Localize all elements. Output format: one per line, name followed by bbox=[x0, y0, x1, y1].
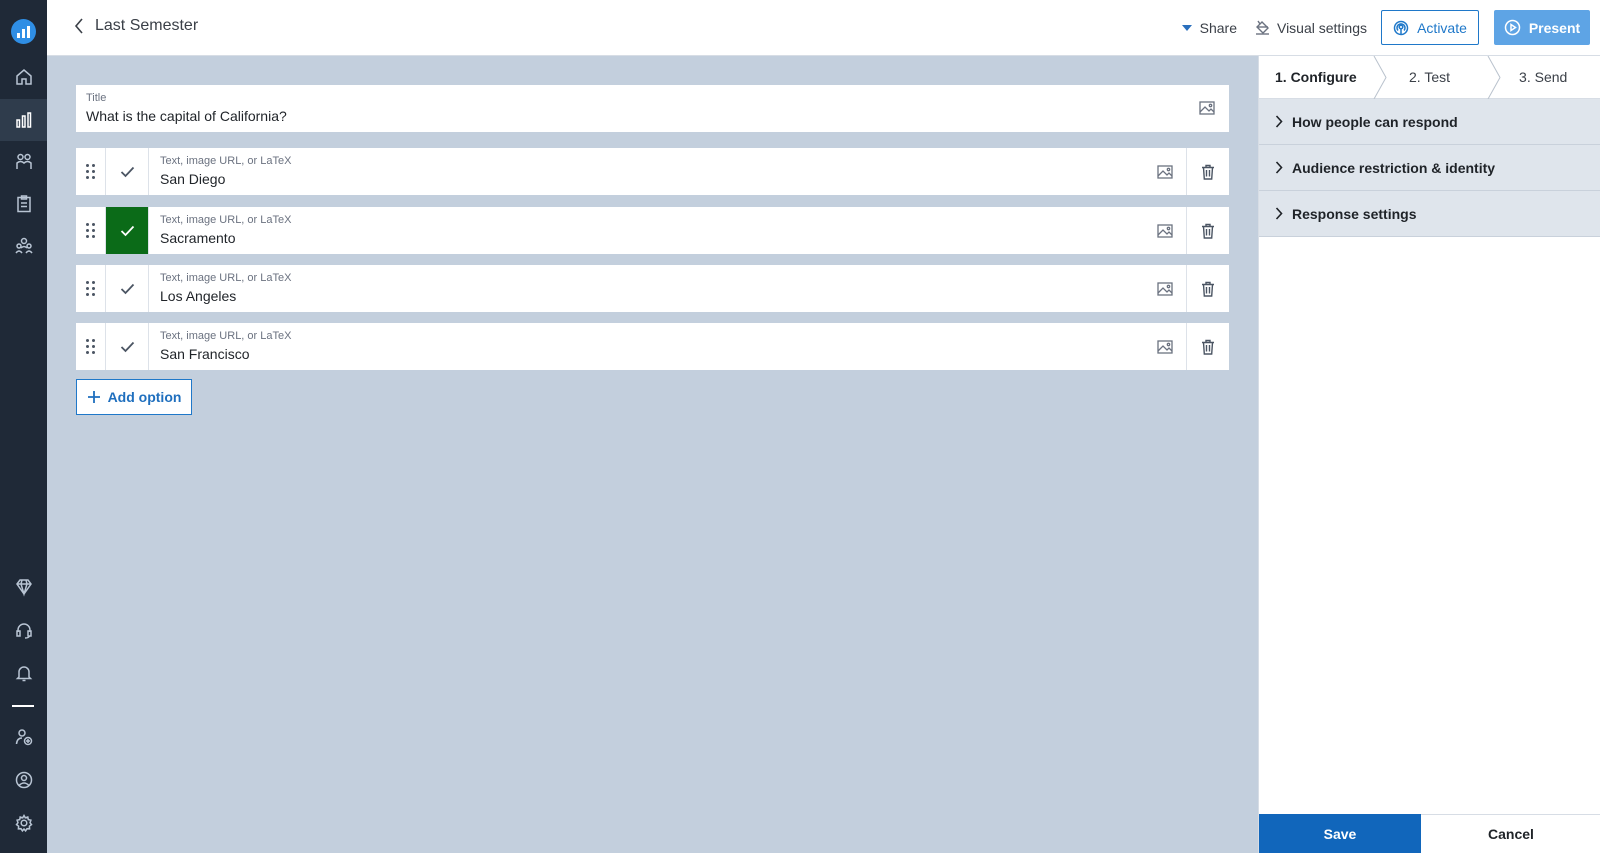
image-icon[interactable] bbox=[1143, 207, 1186, 254]
save-button[interactable]: Save bbox=[1259, 814, 1421, 853]
back-label: Last Semester bbox=[95, 17, 199, 34]
account-icon[interactable] bbox=[0, 759, 47, 801]
image-icon[interactable] bbox=[1199, 101, 1215, 115]
plus-icon bbox=[87, 391, 100, 403]
present-button[interactable]: Present bbox=[1494, 10, 1590, 45]
trash-icon[interactable] bbox=[1186, 207, 1229, 254]
option-placeholder: Text, image URL, or LaTeX bbox=[160, 272, 292, 284]
clipboard-icon[interactable] bbox=[0, 183, 47, 225]
option-field[interactable]: Text, image URL, or LaTeX San Diego bbox=[149, 148, 1143, 195]
option-row: Text, image URL, or LaTeX Los Angeles bbox=[76, 265, 1229, 312]
play-circle-icon bbox=[1504, 19, 1521, 36]
mark-correct-button[interactable] bbox=[106, 148, 149, 195]
activate-button[interactable]: Activate bbox=[1381, 10, 1479, 45]
option-placeholder: Text, image URL, or LaTeX bbox=[160, 330, 292, 342]
step-tabs: 1. Configure 2. Test 3. Send bbox=[1259, 55, 1600, 100]
option-field[interactable]: Text, image URL, or LaTeX San Francisco bbox=[149, 323, 1143, 370]
title-value[interactable]: What is the capital of California? bbox=[86, 108, 1219, 124]
chevron-left-icon bbox=[74, 18, 83, 34]
back-link[interactable]: Last Semester bbox=[73, 17, 198, 35]
option-row: Text, image URL, or LaTeX San Diego bbox=[76, 148, 1229, 195]
participants-icon[interactable] bbox=[0, 141, 47, 183]
section-how-people-respond[interactable]: How people can respond bbox=[1259, 99, 1600, 145]
chevron-right-icon bbox=[1275, 207, 1283, 220]
chevron-right-icon bbox=[1275, 115, 1283, 128]
section-label: Audience restriction & identity bbox=[1292, 159, 1496, 176]
title-label: Title bbox=[86, 92, 107, 104]
chevron-right-icon bbox=[1275, 161, 1283, 174]
section-label: Response settings bbox=[1292, 205, 1417, 222]
visual-settings-button[interactable]: Visual settings bbox=[1254, 19, 1367, 36]
mark-correct-button[interactable] bbox=[106, 265, 149, 312]
tab-test[interactable]: 2. Test bbox=[1373, 56, 1487, 98]
share-label: Share bbox=[1199, 19, 1237, 36]
diamond-icon[interactable] bbox=[0, 566, 47, 608]
option-placeholder: Text, image URL, or LaTeX bbox=[160, 155, 292, 167]
add-option-button[interactable]: Add option bbox=[76, 379, 192, 415]
trash-icon[interactable] bbox=[1186, 265, 1229, 312]
check-icon bbox=[120, 283, 134, 294]
option-field[interactable]: Text, image URL, or LaTeX Los Angeles bbox=[149, 265, 1143, 312]
add-option-label: Add option bbox=[107, 389, 182, 405]
paint-bucket-icon bbox=[1255, 20, 1269, 35]
caret-down-icon bbox=[1181, 24, 1192, 31]
trash-icon[interactable] bbox=[1186, 323, 1229, 370]
bar-chart-icon[interactable] bbox=[0, 99, 47, 141]
section-label: How people can respond bbox=[1292, 113, 1458, 130]
option-row: Text, image URL, or LaTeX Sacramento bbox=[76, 207, 1229, 254]
activate-label: Activate bbox=[1417, 19, 1467, 36]
gear-icon[interactable] bbox=[0, 802, 47, 844]
trash-icon[interactable] bbox=[1186, 148, 1229, 195]
broadcast-icon bbox=[1393, 20, 1409, 35]
question-editor: Title What is the capital of California?… bbox=[76, 85, 1229, 415]
drag-handle-icon[interactable] bbox=[76, 323, 106, 370]
app-logo-icon[interactable] bbox=[11, 19, 36, 44]
tab-send[interactable]: 3. Send bbox=[1486, 56, 1600, 98]
option-value[interactable]: San Francisco bbox=[160, 346, 1132, 362]
tab-configure[interactable]: 1. Configure bbox=[1259, 56, 1373, 98]
step-separator bbox=[1373, 55, 1387, 100]
image-icon[interactable] bbox=[1143, 148, 1186, 195]
section-response-settings[interactable]: Response settings bbox=[1259, 191, 1600, 237]
panel-footer: Save Cancel bbox=[1259, 814, 1600, 853]
mark-correct-button[interactable] bbox=[106, 323, 149, 370]
drag-handle-icon[interactable] bbox=[76, 148, 106, 195]
title-field[interactable]: Title What is the capital of California? bbox=[76, 85, 1229, 132]
bell-icon[interactable] bbox=[0, 652, 47, 694]
team-icon[interactable] bbox=[0, 225, 47, 267]
mark-correct-button[interactable] bbox=[106, 207, 149, 254]
section-audience-restriction[interactable]: Audience restriction & identity bbox=[1259, 145, 1600, 191]
home-icon[interactable] bbox=[0, 56, 47, 98]
option-row: Text, image URL, or LaTeX San Francisco bbox=[76, 323, 1229, 370]
option-value[interactable]: San Diego bbox=[160, 171, 1132, 187]
option-field[interactable]: Text, image URL, or LaTeX Sacramento bbox=[149, 207, 1143, 254]
check-icon bbox=[120, 341, 134, 352]
option-value[interactable]: Los Angeles bbox=[160, 288, 1132, 304]
cancel-button[interactable]: Cancel bbox=[1421, 814, 1600, 853]
image-icon[interactable] bbox=[1143, 265, 1186, 312]
check-icon bbox=[120, 166, 134, 177]
headset-icon[interactable] bbox=[0, 609, 47, 651]
top-bar: Last Semester Share Visual settings Acti… bbox=[47, 0, 1600, 56]
option-placeholder: Text, image URL, or LaTeX bbox=[160, 214, 292, 226]
drag-handle-icon[interactable] bbox=[76, 207, 106, 254]
drag-handle-icon[interactable] bbox=[76, 265, 106, 312]
visual-settings-label: Visual settings bbox=[1276, 19, 1367, 36]
configure-panel: 1. Configure 2. Test 3. Send How people … bbox=[1258, 55, 1600, 853]
rail-divider bbox=[12, 705, 34, 707]
left-nav-rail bbox=[0, 0, 47, 853]
present-label: Present bbox=[1528, 19, 1581, 36]
image-icon[interactable] bbox=[1143, 323, 1186, 370]
share-button[interactable]: Share bbox=[1181, 19, 1237, 36]
check-icon bbox=[120, 225, 134, 236]
option-value[interactable]: Sacramento bbox=[160, 230, 1132, 246]
add-user-icon[interactable] bbox=[0, 716, 47, 758]
step-separator bbox=[1487, 55, 1501, 100]
